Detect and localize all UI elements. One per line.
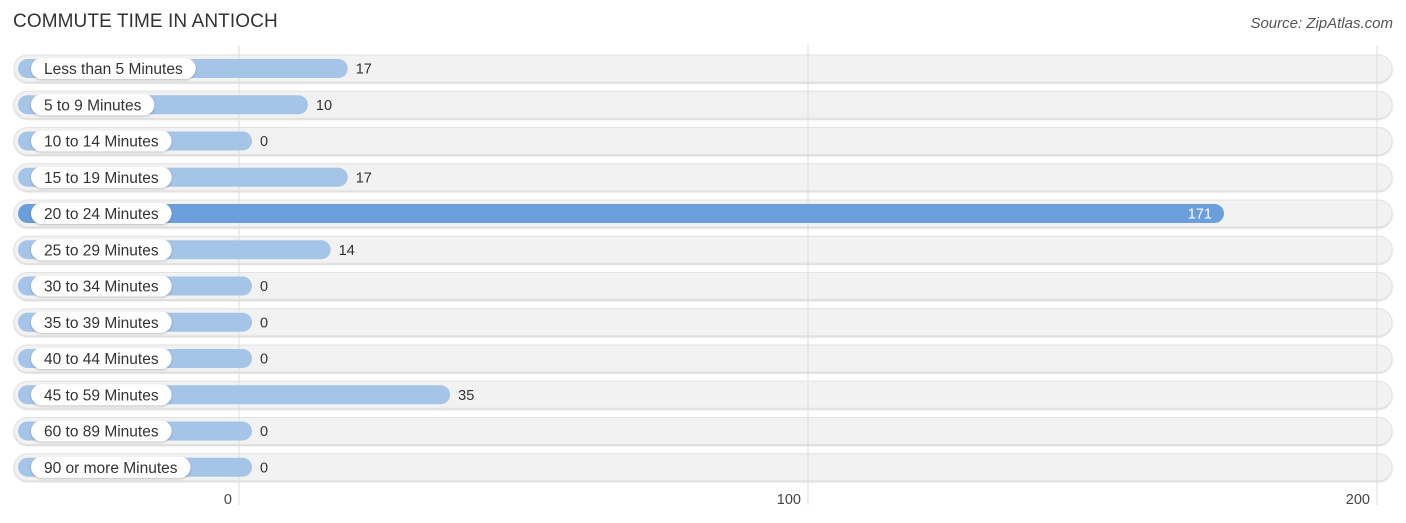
category-label: 35 to 39 Minutes [44,315,159,332]
value-label: 14 [339,243,355,259]
track-layer [13,54,1393,482]
bar-row: Less than 5 Minutes 17 [18,58,372,79]
value-label: 35 [458,388,474,404]
bar-row: 25 to 29 Minutes 14 [18,239,355,261]
bar-chart: Less than 5 Minutes 17 5 to 9 Minutes 10 10 … [13,45,1393,508]
category-label: 60 to 89 Minutes [44,424,159,441]
bar-row: 5 to 9 Minutes 10 [18,94,332,116]
value-label: 0 [260,315,268,331]
category-label: 90 or more Minutes [44,460,178,477]
bar [18,204,1224,223]
category-label: 25 to 29 Minutes [44,242,159,259]
value-label: 10 [316,98,332,114]
x-tick-label: 100 [777,492,801,508]
bar-row: 45 to 59 Minutes 35 [18,384,474,406]
tick-layer: 0 100 200 [224,492,1370,508]
bar-row: 60 to 89 Minutes 0 [18,420,268,442]
bar-row: 30 to 34 Minutes 0 [18,275,268,297]
value-label: 0 [260,279,268,295]
category-label: 30 to 34 Minutes [44,279,159,296]
x-tick-label: 200 [1346,492,1370,508]
value-label: 0 [260,134,268,150]
value-label: 17 [356,62,372,78]
value-label: 0 [260,352,268,368]
value-label: 17 [356,170,372,186]
bar-row: 20 to 24 Minutes 171 [18,203,1224,224]
category-label: 5 to 9 Minutes [44,97,142,114]
value-label: 171 [1188,207,1212,223]
bar-row: 90 or more Minutes 0 [18,456,268,478]
bar-row: 10 to 14 Minutes 0 [18,130,268,152]
value-label: 0 [260,424,268,440]
value-label: 0 [260,460,268,476]
category-label: 40 to 44 Minutes [44,351,159,368]
bar-layer: Less than 5 Minutes 17 5 to 9 Minutes 10 10 … [18,58,1224,478]
bar-row: 35 to 39 Minutes 0 [18,311,268,333]
bar-row: 40 to 44 Minutes 0 [18,348,268,369]
x-tick-label: 0 [224,492,232,508]
category-label: Less than 5 Minutes [44,61,183,78]
category-label: 15 to 19 Minutes [44,170,159,187]
category-label: 20 to 24 Minutes [44,206,159,223]
category-label: 10 to 14 Minutes [44,134,159,151]
category-label: 45 to 59 Minutes [44,387,159,404]
bar-row: 15 to 19 Minutes 17 [18,166,372,188]
